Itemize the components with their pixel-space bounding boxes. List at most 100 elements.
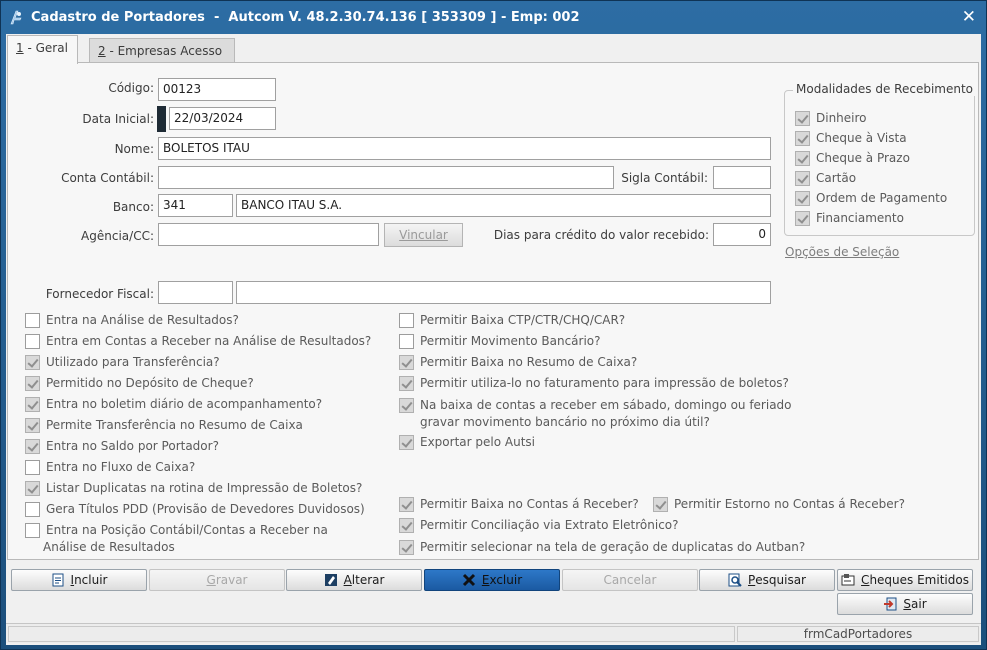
left-check-8[interactable]: Listar Duplicatas na rotina de Impressão…	[25, 480, 362, 497]
banco-code-input[interactable]: 341	[158, 194, 233, 217]
tab-geral[interactable]: 1 - Geral	[7, 35, 78, 64]
left-check-8-label: Listar Duplicatas na rotina de Impressão…	[46, 480, 362, 497]
sair-button[interactable]: Sair	[837, 593, 973, 615]
checkbox-unchecked-icon[interactable]	[399, 334, 414, 349]
excluir-mnemonic: E	[481, 573, 490, 587]
close-icon[interactable]: ✕	[962, 7, 976, 27]
cheques-emitidos-button[interactable]: Cheques Emitidos	[837, 569, 973, 591]
banco-name-input[interactable]: BANCO ITAU S.A.	[236, 194, 771, 217]
bottom-check-1[interactable]: Permitir Estorno no Contas á Receber?	[653, 496, 905, 513]
checkbox-checked-icon[interactable]	[399, 398, 414, 413]
right-check-2[interactable]: Permitir Baixa no Resumo de Caixa?	[399, 354, 637, 371]
right-check-5[interactable]: Exportar pelo Autsi	[399, 434, 535, 451]
modalidade-2[interactable]: Cheque à Prazo	[795, 150, 910, 167]
checkbox-checked-icon[interactable]	[399, 435, 414, 450]
right-check-4[interactable]: Na baixa de contas a receber em sábado, …	[399, 397, 792, 431]
left-check-1[interactable]: Entra em Contas a Receber na Análise de …	[25, 333, 371, 350]
checkbox-unchecked-icon[interactable]	[399, 313, 414, 328]
modalidade-1[interactable]: Cheque à Vista	[795, 130, 907, 147]
nome-input[interactable]: BOLETOS ITAU	[158, 137, 771, 160]
modalidade-0[interactable]: Dinheiro	[795, 110, 867, 127]
nome-label: Nome:	[114, 142, 154, 156]
left-check-5[interactable]: Permite Transferência no Resumo de Caixa	[25, 417, 303, 434]
left-check-4[interactable]: Entra no boletim diário de acompanhament…	[25, 396, 322, 413]
left-check-3[interactable]: Permitido no Depósito de Cheque?	[25, 375, 254, 392]
left-check-0[interactable]: Entra na Análise de Resultados?	[25, 312, 239, 329]
gravar-button[interactable]: Gravar	[149, 569, 285, 591]
left-check-6[interactable]: Entra no Saldo por Portador?	[25, 438, 219, 455]
excluir-button[interactable]: Excluir	[424, 569, 560, 591]
left-check-2-label: Utilizado para Transferência?	[46, 354, 220, 371]
agencia-input[interactable]	[158, 223, 379, 246]
dias-credito-input[interactable]: 0	[713, 223, 771, 246]
checkbox-unchecked-icon[interactable]	[25, 334, 40, 349]
modalidade-5[interactable]: Financiamento	[795, 210, 904, 227]
right-check-0[interactable]: Permitir Baixa CTP/CTR/CHQ/CAR?	[399, 312, 625, 329]
checkbox-checked-icon[interactable]	[795, 111, 810, 126]
dias-credito-label: Dias para crédito do valor recebido:	[493, 228, 709, 242]
date-picker-marker[interactable]	[157, 106, 166, 132]
checkbox-checked-icon[interactable]	[25, 418, 40, 433]
fornecedor-code-input[interactable]	[158, 281, 233, 304]
cancelar-label: Cancelar	[603, 573, 657, 587]
checkbox-unchecked-icon[interactable]	[25, 460, 40, 475]
bottom-check-3[interactable]: Permitir selecionar na tela de geração d…	[399, 539, 805, 556]
right-check-3-label: Permitir utiliza-lo no faturamento para …	[420, 375, 789, 392]
left-check-9[interactable]: Gera Títulos PDD (Provisão de Devedores …	[25, 501, 365, 518]
data-inicial-input[interactable]: 22/03/2024	[169, 107, 276, 130]
sigla-contabil-input[interactable]	[713, 166, 771, 189]
modalidade-0-label: Dinheiro	[816, 110, 867, 127]
bottom-check-0[interactable]: Permitir Baixa no Contas á Receber?	[399, 496, 639, 513]
pesquisar-button[interactable]: Pesquisar	[699, 569, 835, 591]
window-title: Cadastro de Portadores - Autcom V. 48.2.…	[31, 10, 580, 25]
right-check-1[interactable]: Permitir Movimento Bancário?	[399, 333, 601, 350]
exit-icon	[884, 597, 897, 611]
checkbox-checked-icon[interactable]	[25, 355, 40, 370]
checkbox-checked-icon[interactable]	[25, 397, 40, 412]
opcoes-selecao-link[interactable]: Opções de Seleção	[785, 245, 899, 259]
checkbox-checked-icon[interactable]	[399, 355, 414, 370]
right-check-4-text-line2: gravar movimento bancário no próximo dia…	[420, 415, 710, 429]
codigo-input[interactable]: 00123	[158, 78, 276, 101]
modalidade-4[interactable]: Ordem de Pagamento	[795, 190, 947, 207]
checkbox-checked-icon[interactable]	[795, 171, 810, 186]
left-check-2[interactable]: Utilizado para Transferência?	[25, 354, 220, 371]
checkbox-checked-icon[interactable]	[399, 540, 414, 555]
checkbox-checked-icon[interactable]	[653, 497, 668, 512]
right-check-3[interactable]: Permitir utiliza-lo no faturamento para …	[399, 375, 789, 392]
checkbox-checked-icon[interactable]	[399, 497, 414, 512]
checkbox-unchecked-icon[interactable]	[25, 523, 40, 538]
checkbox-checked-icon[interactable]	[795, 191, 810, 206]
incluir-button[interactable]: Incluir	[11, 569, 147, 591]
data-inicial-label: Data Inicial:	[82, 112, 154, 126]
modalidades-title: Modalidades de Recebimento	[793, 82, 977, 96]
left-check-7[interactable]: Entra no Fluxo de Caixa?	[25, 459, 195, 476]
conta-contabil-label: Conta Contábil:	[61, 171, 154, 185]
tab-empresas-acesso[interactable]: 2 - Empresas Acesso	[89, 38, 235, 62]
left-check-3-text: Permitido no Depósito de Cheque?	[46, 376, 254, 390]
checkbox-checked-icon[interactable]	[25, 481, 40, 496]
modalidade-3[interactable]: Cartão	[795, 170, 856, 187]
right-check-0-text: Permitir Baixa CTP/CTR/CHQ/CAR?	[420, 313, 626, 327]
left-check-7-text: Entra no Fluxo de Caixa?	[46, 460, 196, 474]
left-check-4-text: Entra no boletim diário de acompanhament…	[46, 397, 323, 411]
sair-mnemonic: S	[903, 597, 911, 611]
incluir-label: ncluir	[74, 573, 108, 587]
bottom-check-2[interactable]: Permitir Conciliação via Extrato Eletrôn…	[399, 517, 679, 534]
fornecedor-name-input[interactable]	[236, 281, 771, 304]
conta-contabil-input[interactable]	[158, 166, 614, 189]
checkbox-checked-icon[interactable]	[399, 518, 414, 533]
checkbox-checked-icon[interactable]	[795, 131, 810, 146]
checkbox-checked-icon[interactable]	[399, 376, 414, 391]
alterar-button[interactable]: Alterar	[286, 569, 422, 591]
checkbox-checked-icon[interactable]	[25, 439, 40, 454]
checkbox-checked-icon[interactable]	[25, 376, 40, 391]
left-check-6-label: Entra no Saldo por Portador?	[46, 438, 219, 455]
left-check-10[interactable]: Entra na Posição Contábil/Contas a Receb…	[25, 522, 328, 556]
checkbox-checked-icon[interactable]	[795, 151, 810, 166]
checkbox-checked-icon[interactable]	[795, 211, 810, 226]
client-area: 1 - Geral 2 - Empresas Acesso Código: 00…	[6, 34, 981, 645]
checkbox-unchecked-icon[interactable]	[25, 313, 40, 328]
cancelar-button[interactable]: Cancelar	[562, 569, 698, 591]
checkbox-unchecked-icon[interactable]	[25, 502, 40, 517]
